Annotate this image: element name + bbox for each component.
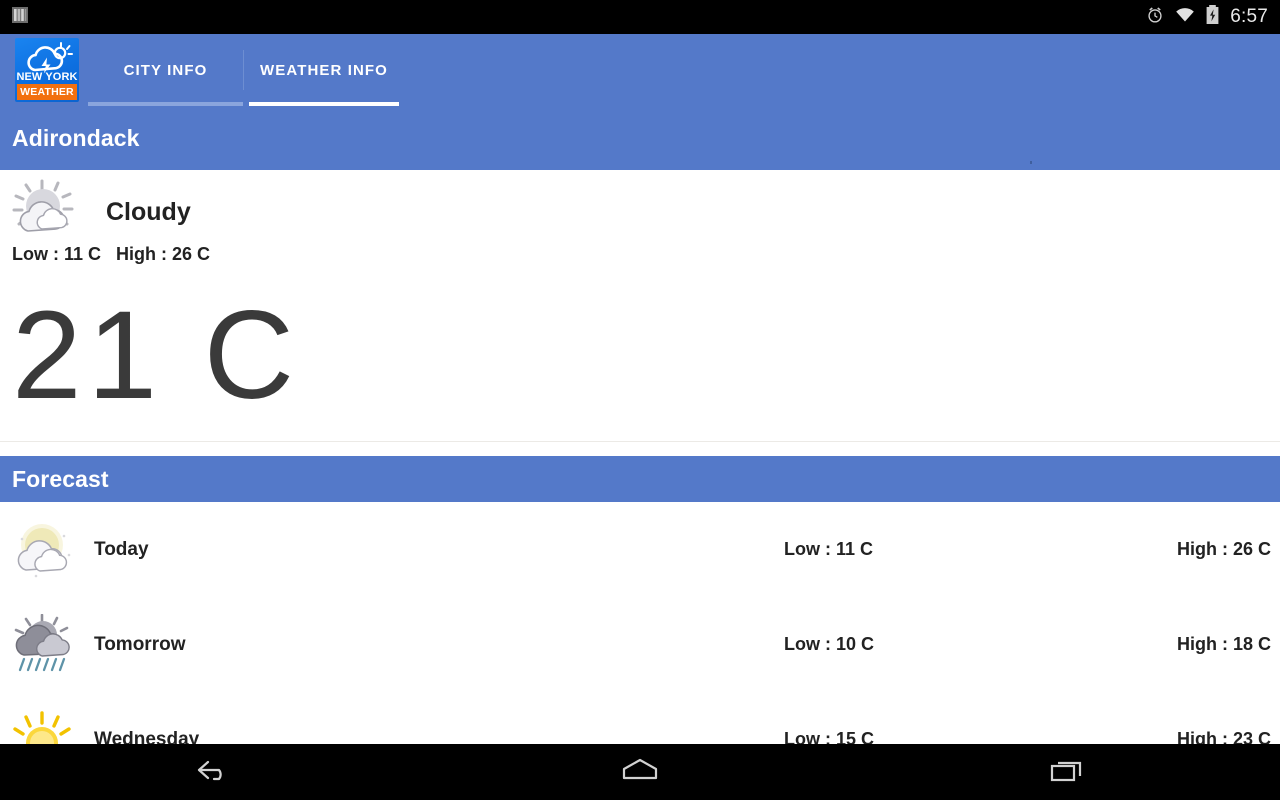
recent-apps-icon [1046,756,1088,789]
app-icon-weather-badge: WEATHER [17,84,77,100]
forecast-day-label: Wednesday [94,728,200,745]
forecast-title: Forecast [12,465,109,492]
app-icon-city-label: NEW YORK [16,71,78,83]
bars-icon [12,6,28,29]
battery-charging-icon [1206,5,1219,29]
forecast-high: High : 26 C [1176,539,1271,559]
back-icon [192,756,234,789]
forecast-row-wednesday[interactable]: Wednesday Low : 15 C High : 23 C [0,692,1280,744]
forecast-high: High : 18 C [1176,634,1271,654]
cloudy-sun-icon [12,519,80,581]
wifi-icon [1175,7,1195,28]
android-nav-bar [0,744,1280,800]
back-button[interactable] [153,744,273,800]
forecast-row-today[interactable]: Today Low : 11 C High : 26 C [0,502,1280,597]
tab-city-info-label: CITY INFO [123,61,208,79]
cloudy-sun-icon [12,179,84,246]
app-icon[interactable]: NEW YORK WEATHER [15,38,79,102]
forecast-day-label: Tomorrow [94,633,186,655]
forecast-header: Forecast [0,456,1280,502]
home-icon [617,756,663,789]
forecast-low: Low : 10 C [784,634,875,654]
tab-weather-info[interactable]: WEATHER INFO [249,34,399,106]
city-title: Adirondack [12,124,140,151]
status-bar-notifications [0,6,28,29]
forecast-low: Low : 15 C [784,729,875,744]
current-condition-label: Cloudy [106,198,191,226]
current-high-low: Low : 11 C High : 26 C [12,244,211,264]
home-button[interactable] [580,744,700,800]
alarm-clock-icon [1146,6,1164,29]
tab-weather-info-label: WEATHER INFO [260,61,388,79]
tab-city-info[interactable]: CITY INFO [88,34,243,106]
tab-divider [243,50,244,90]
current-conditions: Cloudy Low : 11 C High : 26 C 21 C [0,170,1280,441]
forecast-low: Low : 11 C [784,539,874,559]
header-speck [1030,161,1032,164]
forecast-day-label: Today [94,538,149,560]
current-temperature: 21 C [12,286,301,425]
sunny-icon [12,709,80,744]
rain-cloud-icon [12,613,80,676]
forecast-row-tomorrow[interactable]: Tomorrow Low : 10 C High : 18 C [0,597,1280,692]
current-condition-row: Cloudy [12,179,191,246]
city-header: Adirondack [0,106,1280,170]
forecast-list[interactable]: Today Low : 11 C High : 26 C Tomorrow Lo… [0,502,1280,744]
recent-apps-button[interactable] [1007,744,1127,800]
forecast-high: High : 23 C [1176,729,1271,744]
status-bar: 6:57 [0,0,1280,34]
content-divider [0,441,1280,442]
tab-bar: NEW YORK WEATHER CITY INFO WEATHER INFO [0,34,1280,106]
status-bar-clock: 6:57 [1230,6,1268,27]
status-bar-icons: 6:57 [1146,5,1280,29]
